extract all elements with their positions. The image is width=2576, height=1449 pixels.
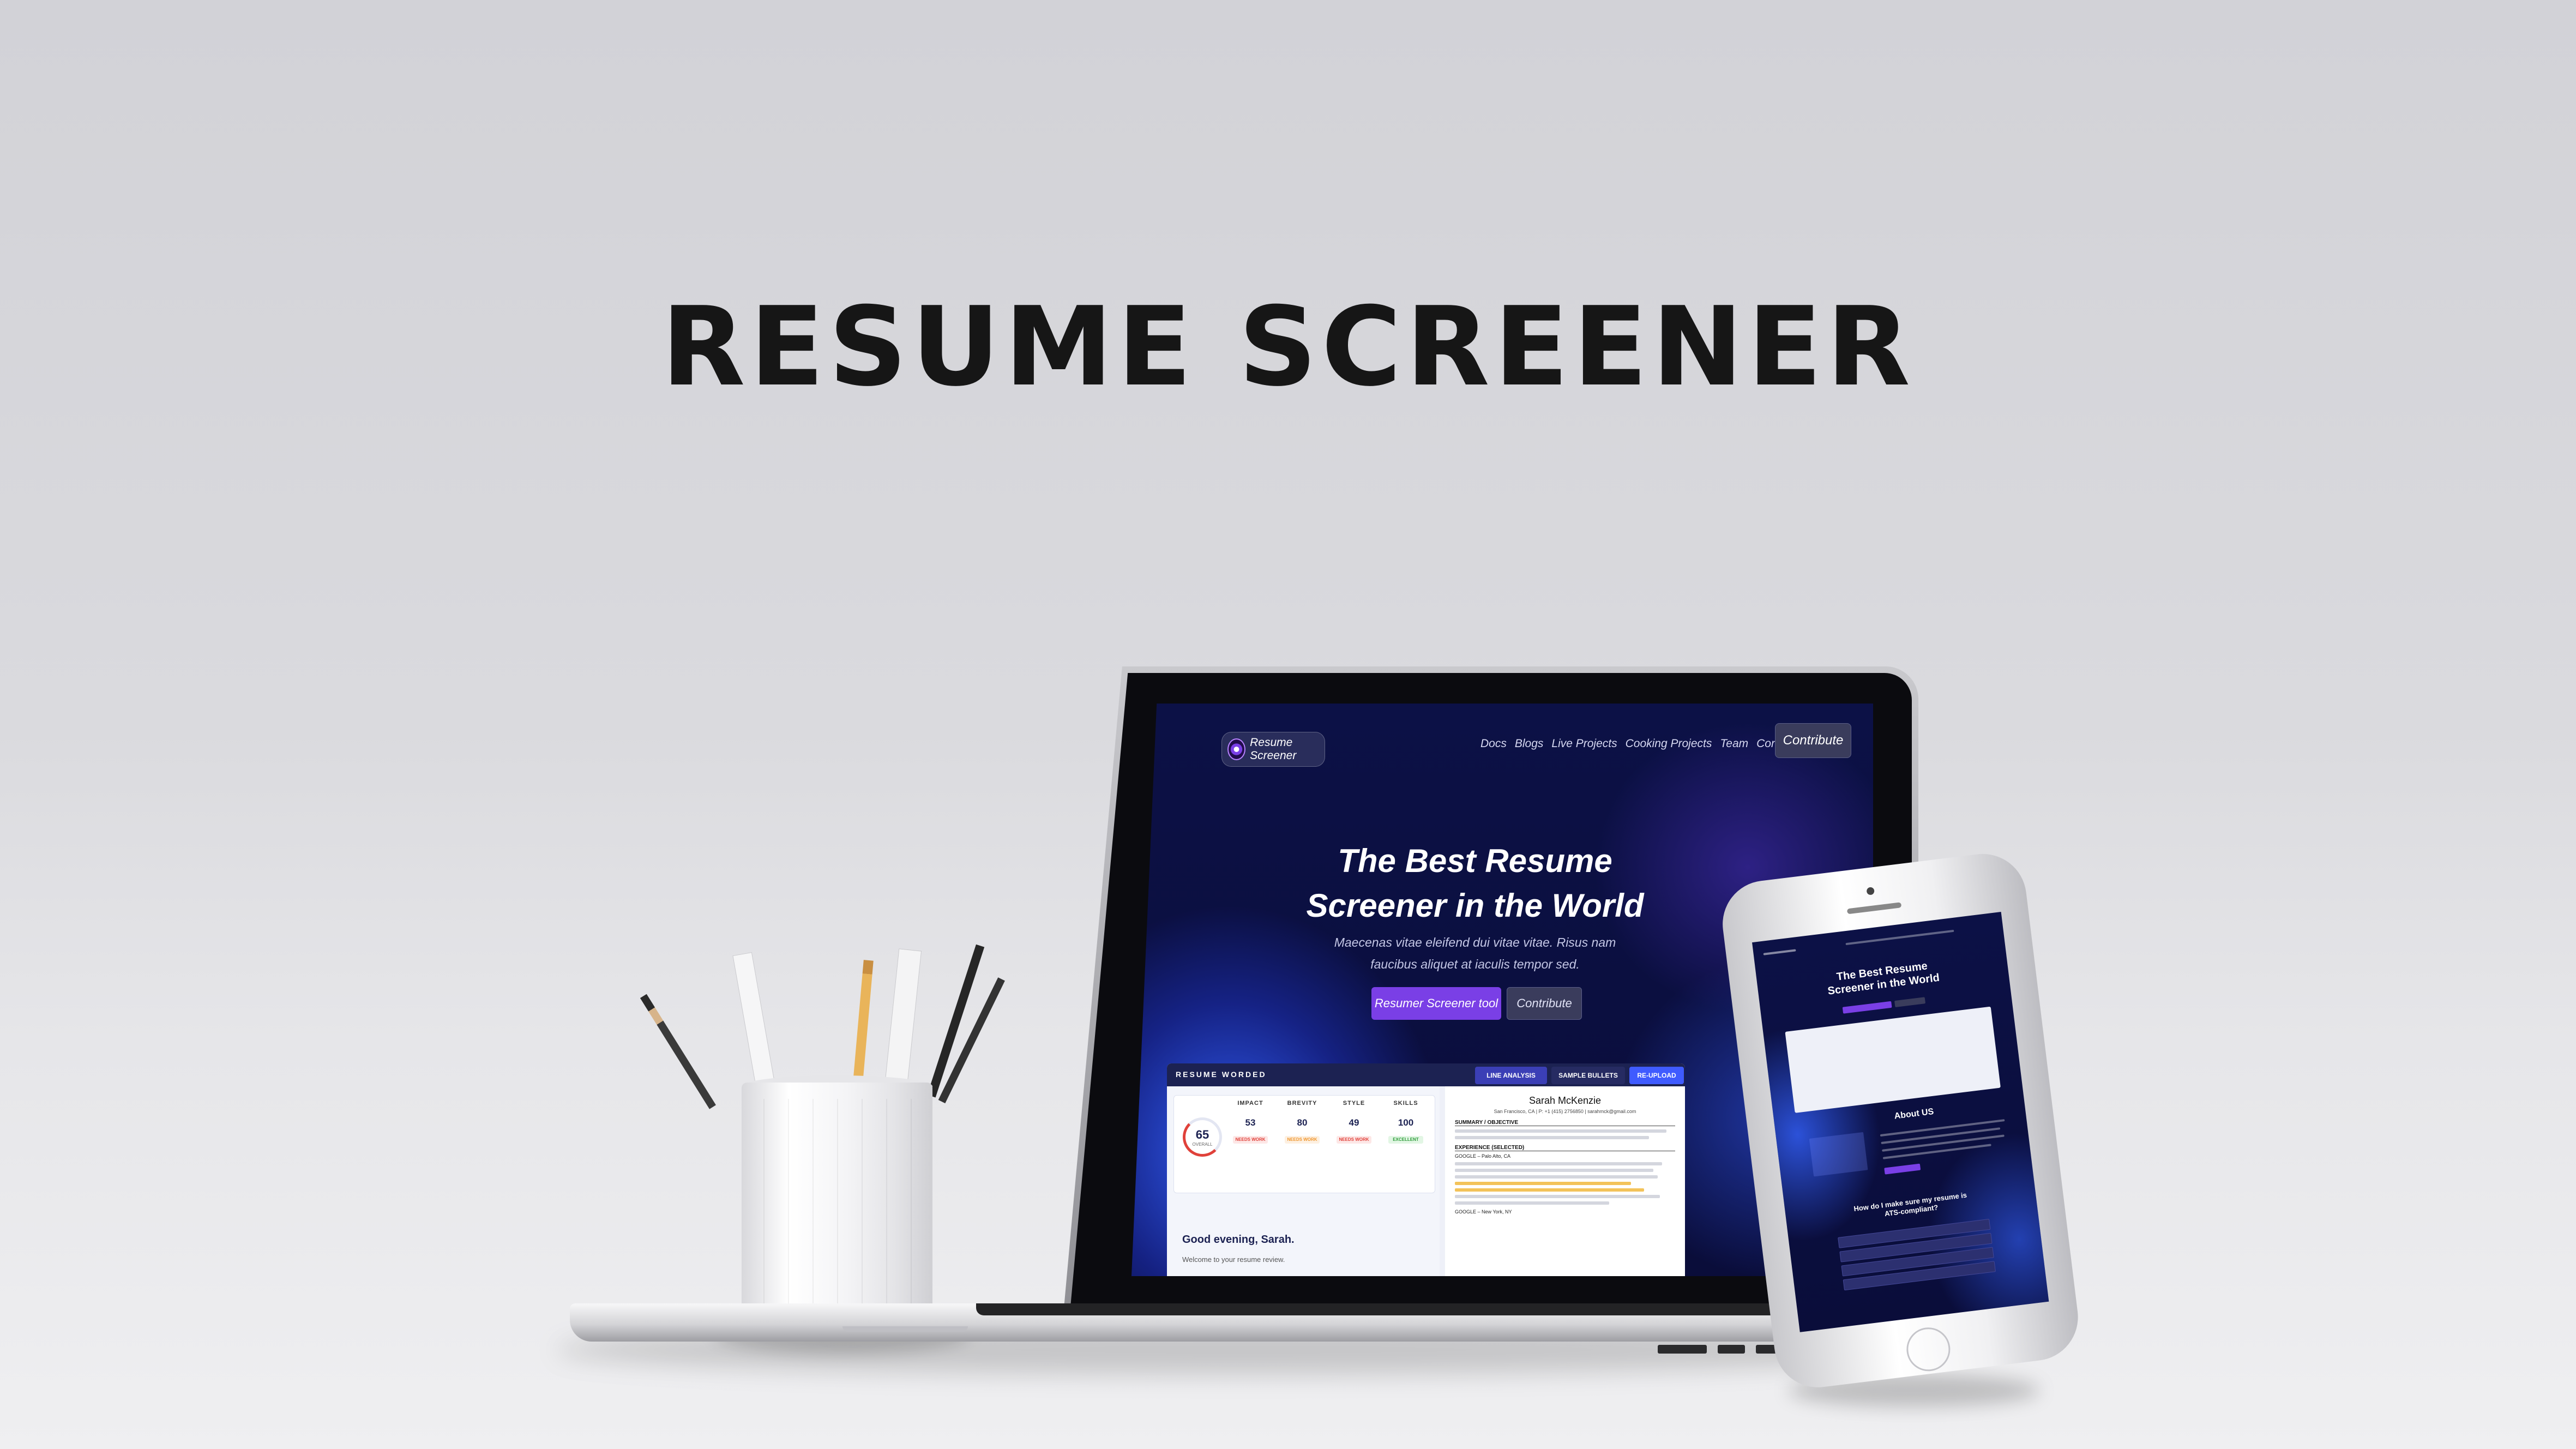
site-logo[interactable]: Resume Screener (1221, 732, 1325, 767)
camera-icon (1866, 887, 1875, 895)
nav-link-docs[interactable]: Docs (1480, 737, 1507, 750)
phone-hero-title: The Best Resume Screener in the World (1757, 950, 2009, 1007)
hero-title-line: Screener in the World (1306, 887, 1644, 924)
nav-links: Docs Blogs Live Projects Cooking Project… (1480, 737, 1796, 750)
dashboard-scores-panel: 65 OVERALL IMPACT 53 NEEDS WORK BREVITY … (1167, 1086, 1440, 1276)
resume-company: GOOGLE – New York, NY (1455, 1209, 1512, 1214)
tab-re-upload[interactable]: RE-UPLOAD (1629, 1067, 1684, 1084)
metric-badge: EXCELLENT (1388, 1136, 1423, 1144)
contribute-button[interactable]: Contribute (1507, 987, 1582, 1020)
overall-label: OVERALL (1192, 1141, 1213, 1147)
usb-port (1718, 1345, 1745, 1354)
phone: The Best Resume Screener in the World Ab… (1718, 849, 2083, 1393)
pencil-icon (640, 994, 716, 1109)
resume-company: GOOGLE – Palo Alto, CA (1455, 1153, 1511, 1159)
phone-dashboard-preview (1785, 1006, 2001, 1113)
metric-name: STYLE (1343, 1100, 1365, 1107)
hero-subtitle-line: faucibus aliquet at iaculis tempor sed. (1370, 957, 1580, 971)
metric-skills: SKILLS 100 EXCELLENT (1384, 1100, 1428, 1144)
resume-screener-tool-button[interactable]: Resumer Screener tool (1371, 987, 1501, 1020)
metric-value: 80 (1297, 1117, 1308, 1128)
hero-subtitle: Maecenas vitae eleifend dui vitae vitae.… (1328, 931, 1622, 975)
resume-contact: San Francisco, CA | P: +1 (415) 2756850 … (1494, 1109, 1636, 1114)
highlighted-bullet[interactable] (1455, 1188, 1645, 1192)
home-button[interactable] (1904, 1325, 1953, 1374)
metric-brevity: BREVITY 80 NEEDS WORK (1280, 1100, 1324, 1144)
phone-faq-heading: How do I make sure my resume is ATS-comp… (1785, 1182, 2036, 1230)
greeting-text: Good evening, Sarah. (1182, 1234, 1295, 1246)
welcome-text: Welcome to your resume review. (1182, 1255, 1285, 1264)
metric-impact: IMPACT 53 NEEDS WORK (1229, 1100, 1272, 1144)
score-card: 65 OVERALL IMPACT 53 NEEDS WORK BREVITY … (1173, 1095, 1435, 1193)
resume-document: Sarah McKenzie San Francisco, CA | P: +1… (1445, 1086, 1685, 1276)
resume-section-experience: EXPERIENCE (SELECTED) (1455, 1145, 1675, 1151)
metric-name: SKILLS (1393, 1100, 1418, 1107)
usb-port (1658, 1345, 1707, 1354)
nav-link-cooking-projects[interactable]: Cooking Projects (1626, 737, 1712, 750)
laptop-notch (842, 1326, 968, 1332)
speaker-icon (1846, 902, 1902, 915)
hero-subtitle-line: Maecenas vitae eleifend dui vitae vitae.… (1334, 935, 1616, 949)
logo-icon (1227, 738, 1246, 760)
overall-score-ring: 65 OVERALL (1183, 1117, 1222, 1157)
metric-badge: NEEDS WORK (1337, 1136, 1371, 1144)
metric-style: STYLE 49 NEEDS WORK (1332, 1100, 1376, 1144)
metric-badge: NEEDS WORK (1233, 1136, 1268, 1144)
hero-title: The Best Resume Screener in the World (1284, 839, 1666, 928)
metric-name: BREVITY (1287, 1100, 1317, 1107)
dashboard-preview: RESUME WORDED LINE ANALYSIS SAMPLE BULLE… (1167, 1063, 1685, 1276)
dashboard-brand: RESUME WORDED (1176, 1070, 1267, 1079)
nav-contribute-button[interactable]: Contribute (1775, 723, 1851, 758)
metric-value: 100 (1398, 1117, 1414, 1128)
phone-about-button[interactable] (1884, 1163, 1921, 1175)
nav-link-live-projects[interactable]: Live Projects (1551, 737, 1617, 750)
metric-value: 49 (1349, 1117, 1359, 1128)
overall-score: 65 (1195, 1127, 1209, 1141)
metric-badge: NEEDS WORK (1285, 1136, 1320, 1144)
phone-primary-button[interactable] (1842, 1001, 1892, 1014)
nav-link-blogs[interactable]: Blogs (1515, 737, 1544, 750)
phone-about-heading: About US (1893, 1107, 1935, 1121)
laptop-keyboard-edge (976, 1303, 1821, 1315)
phone-secondary-button[interactable] (1894, 997, 1926, 1007)
site-navbar: Resume Screener Docs Blogs Live Projects… (1131, 704, 1873, 767)
nav-link-team[interactable]: Team (1720, 737, 1748, 750)
highlighted-bullet[interactable] (1455, 1182, 1632, 1185)
tab-sample-bullets[interactable]: SAMPLE BULLETS (1551, 1067, 1625, 1084)
page-title: RESUME SCREENER (661, 284, 1915, 411)
tab-line-analysis[interactable]: LINE ANALYSIS (1475, 1067, 1547, 1084)
hero-title-line: The Best Resume (1338, 843, 1612, 879)
pencil-cup (742, 1083, 932, 1333)
metric-name: IMPACT (1237, 1100, 1263, 1107)
resume-section-summary: SUMMARY / OBJECTIVE (1455, 1120, 1675, 1126)
metric-value: 53 (1245, 1117, 1256, 1128)
ruler-icon (883, 948, 922, 1098)
dashboard-topbar: RESUME WORDED LINE ANALYSIS SAMPLE BULLE… (1167, 1063, 1685, 1086)
logo-text: Resume Screener (1250, 736, 1297, 762)
resume-name: Sarah McKenzie (1528, 1095, 1602, 1106)
phone-screen: The Best Resume Screener in the World Ab… (1752, 912, 2049, 1332)
